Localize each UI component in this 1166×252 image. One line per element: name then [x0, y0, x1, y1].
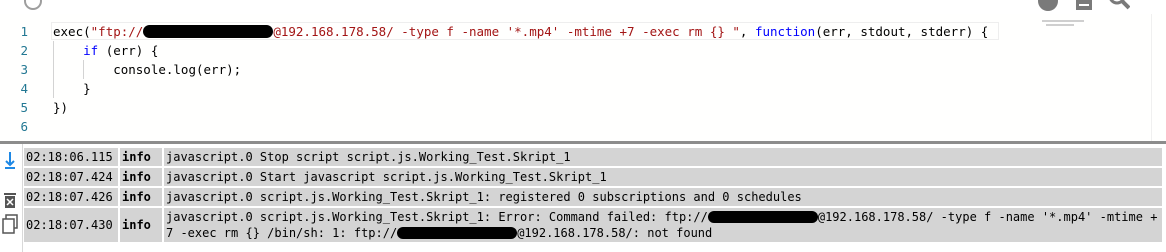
- code-text: (err, stdout, stderr) {: [815, 24, 989, 39]
- copy-icon[interactable]: [1, 214, 19, 234]
- indent-guide: [53, 60, 54, 79]
- log-timestamp: 02:18:07.430: [24, 208, 120, 242]
- code-text: }: [53, 81, 91, 96]
- log-message: javascript.0 Stop script script.js.Worki…: [166, 150, 571, 164]
- code-string: @192.168.178.58/ -type f -name '*.mp4' -…: [273, 24, 740, 39]
- code-text: ,: [739, 24, 755, 39]
- log-timestamp: 02:18:07.426: [24, 188, 120, 206]
- indent-guide: [53, 79, 54, 98]
- refresh-icon[interactable]: [22, 0, 44, 12]
- code-editor[interactable]: 1 2 3 4 5 6 exec("ftp:// @192.168.178.58/ -typ…: [0, 14, 1166, 141]
- redaction-mark: [143, 25, 274, 38]
- code-area[interactable]: exec("ftp:// @192.168.178.58/ -type f -na…: [51, 22, 1006, 136]
- log-level: info: [120, 188, 164, 206]
- log-toolbar: [0, 144, 23, 252]
- line-number: 4: [20, 81, 28, 96]
- log-list: 02:18:06.115 info javascript.0 Stop script…: [24, 148, 1162, 244]
- log-level: info: [120, 208, 164, 242]
- editor-scrollbar[interactable]: [1151, 14, 1166, 141]
- log-panel: 02:18:06.115 info javascript.0 Stop script…: [0, 144, 1166, 252]
- log-message: javascript.0 script.js.Working_Test.Skri…: [166, 190, 802, 204]
- code-line[interactable]: exec("ftp:// @192.168.178.58/ -type f -na…: [51, 22, 1006, 41]
- redaction-mark: [707, 211, 818, 223]
- code-line[interactable]: if (err) {: [53, 41, 1006, 60]
- log-message-text: javascript.0 script.js.Working_Test.Skri…: [166, 210, 708, 224]
- indent-guide: [53, 41, 54, 60]
- line-number: 2: [20, 43, 28, 58]
- log-row[interactable]: 02:18:06.115 info javascript.0 Stop script…: [24, 148, 1162, 166]
- code-string: "ftp://: [90, 24, 144, 39]
- line-number: 5: [20, 100, 28, 115]
- minimap[interactable]: [1026, 14, 1166, 141]
- code-text: exec(: [53, 24, 91, 39]
- log-timestamp: 02:18:07.424: [24, 168, 120, 186]
- code-keyword: function: [754, 24, 816, 39]
- code-line[interactable]: [53, 117, 1006, 136]
- top-toolbar: [0, 0, 1166, 14]
- line-number: 1: [20, 24, 28, 39]
- log-message: javascript.0 script.js.Working_Test.Skri…: [164, 208, 1162, 242]
- redaction-mark: [397, 227, 518, 239]
- log-timestamp: 02:18:06.115: [24, 148, 120, 166]
- log-message-text: @192.168.178.58/: not found: [517, 226, 713, 240]
- script-editor-window: 1 2 3 4 5 6 exec("ftp:// @192.168.178.58/ -typ…: [0, 0, 1166, 252]
- log-row[interactable]: 02:18:07.426 info javascript.0 script.js.W…: [24, 188, 1162, 206]
- log-row[interactable]: 02:18:07.424 info javascript.0 Start javas…: [24, 168, 1162, 186]
- code-text: console.log(err);: [53, 62, 242, 77]
- code-text: (err) {: [98, 43, 159, 58]
- code-line[interactable]: console.log(err);: [53, 60, 1006, 79]
- line-number-gutter: 1 2 3 4 5 6: [0, 22, 38, 136]
- line-number: 3: [20, 62, 28, 77]
- log-message: javascript.0 Start javascript script.js.…: [166, 170, 607, 184]
- code-text: }): [53, 100, 69, 115]
- search-icon[interactable]: [1108, 0, 1130, 12]
- code-line[interactable]: }: [53, 79, 1006, 98]
- log-level: info: [120, 168, 164, 186]
- code-line[interactable]: }): [53, 98, 1006, 117]
- clear-log-icon[interactable]: [1, 190, 19, 210]
- history-icon[interactable]: [1037, 0, 1059, 12]
- code-keyword: if: [83, 43, 99, 58]
- line-number: 6: [20, 119, 28, 134]
- list-icon[interactable]: [1073, 0, 1095, 12]
- log-level: info: [120, 148, 164, 166]
- scroll-down-icon[interactable]: [1, 150, 19, 170]
- log-row[interactable]: 02:18:07.430 info javascript.0 script.js.W…: [24, 208, 1162, 242]
- indent-guide: [83, 60, 84, 79]
